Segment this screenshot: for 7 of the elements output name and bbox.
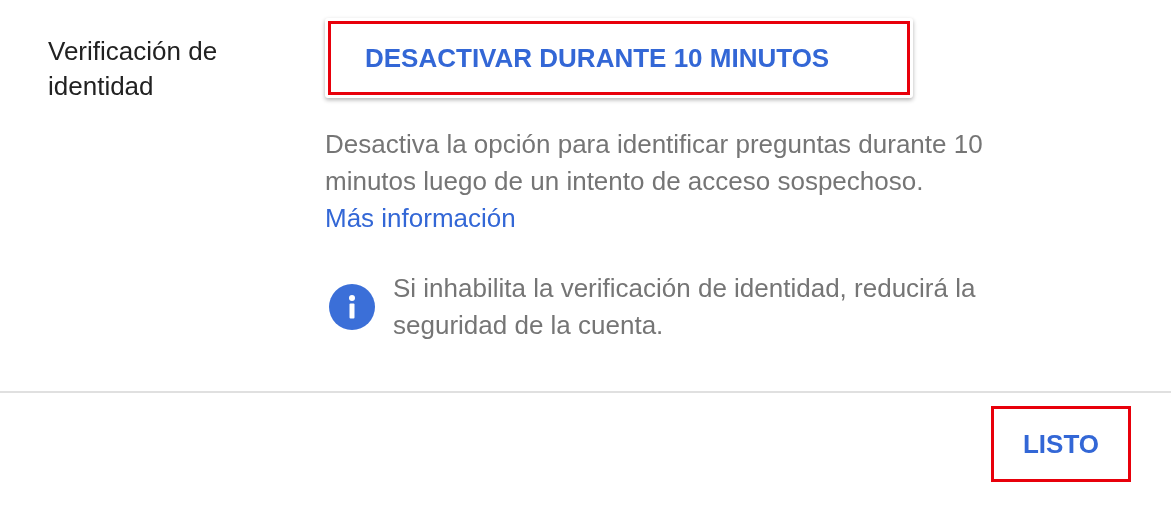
setting-label: Verificación de identidad [48,35,219,103]
done-button[interactable]: LISTO [991,406,1131,482]
disable-button[interactable]: DESACTIVAR DURANTE 10 MINUTOS [325,18,913,98]
info-icon [329,284,375,330]
warning-text: Si inhabilita la verificación de identidad, reducirá la seguridad de la cuenta. [393,272,977,342]
more-info-link[interactable]: Más información [325,203,516,233]
description-text: Desactiva la opción para identificar preguntas durante 10 minutos luego de un intento de acceso sospechoso. [325,129,983,196]
